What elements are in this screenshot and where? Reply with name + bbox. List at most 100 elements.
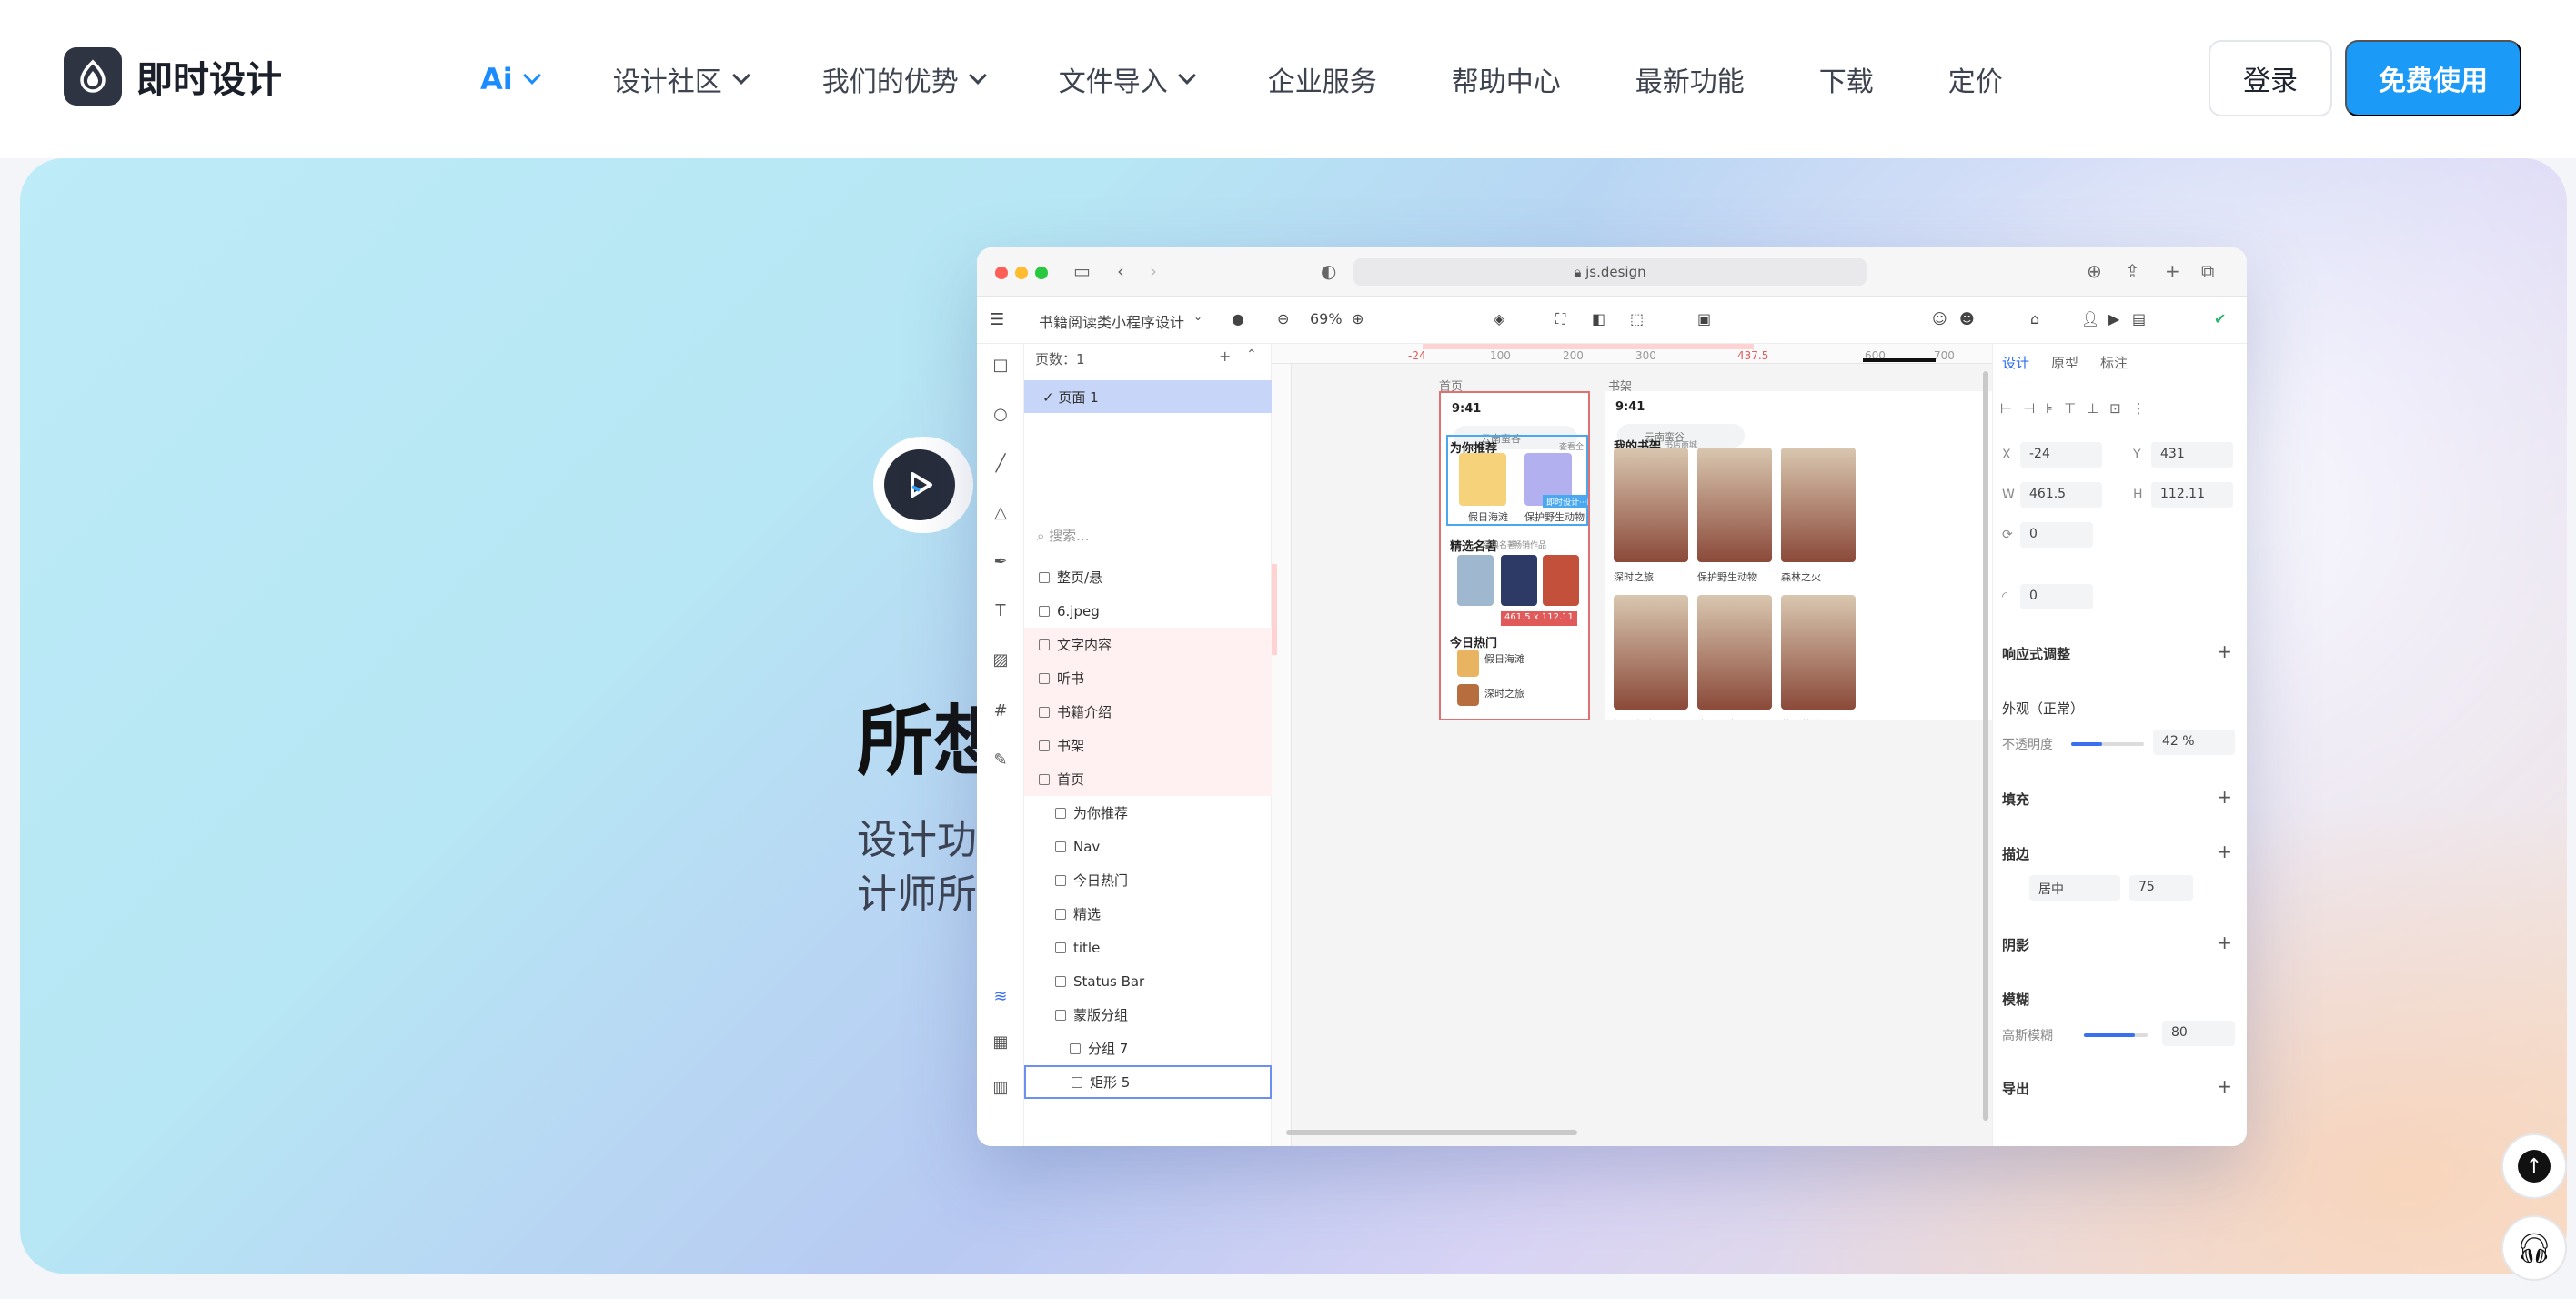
- zoom-in-icon[interactable]: ⊕: [1352, 310, 1363, 327]
- close-dot[interactable]: [995, 267, 1008, 279]
- history-panel-icon[interactable]: ▥: [991, 1079, 1010, 1097]
- add-export-icon[interactable]: +: [2217, 1075, 2232, 1097]
- page-item-1[interactable]: ✓ 页面 1: [1024, 380, 1272, 413]
- radius-field[interactable]: 0: [2020, 584, 2093, 609]
- assets-panel-icon[interactable]: ▦: [991, 1033, 1010, 1052]
- menu-icon[interactable]: ☰: [990, 310, 1004, 329]
- layer-item[interactable]: 6.jpeg: [1024, 594, 1272, 628]
- collapse-pages-icon[interactable]: ⌃: [1246, 347, 1257, 362]
- mask-icon[interactable]: ⬚: [1630, 310, 1644, 327]
- url-bar[interactable]: 🔒︎ js.design: [1353, 258, 1867, 286]
- add-stroke-icon[interactable]: +: [2217, 841, 2232, 862]
- dev-mode-icon[interactable]: ▤: [2132, 310, 2146, 327]
- zoom-dot[interactable]: [1035, 267, 1048, 279]
- layers-panel-icon[interactable]: ≋: [991, 988, 1010, 1006]
- brand-logo[interactable]: 即时设计: [64, 47, 282, 106]
- add-responsive-icon[interactable]: +: [2217, 640, 2232, 662]
- appearance-dropdown[interactable]: 外观（正常）: [2002, 699, 2084, 718]
- x-field[interactable]: -24: [2020, 442, 2102, 468]
- layer-item[interactable]: 分组 7: [1024, 1032, 1272, 1065]
- sidebar-icon[interactable]: ▭: [1073, 260, 1091, 282]
- forward-icon[interactable]: ›: [1150, 260, 1157, 282]
- component-icon[interactable]: ◈: [1494, 310, 1504, 327]
- add-shadow-icon[interactable]: +: [2217, 931, 2232, 953]
- layer-search[interactable]: ⌕ 搜索...: [1037, 526, 1089, 545]
- stroke-position[interactable]: 居中: [2029, 875, 2120, 901]
- login-button[interactable]: 登录: [2209, 40, 2332, 116]
- nav-item[interactable]: 最新功能: [1635, 56, 1745, 102]
- line-tool-icon[interactable]: ╱: [991, 455, 1010, 473]
- blur-value-field[interactable]: 80: [2162, 1021, 2235, 1046]
- zoom-level[interactable]: 69%: [1310, 310, 1343, 327]
- h-scrollbar[interactable]: [1286, 1130, 1577, 1135]
- avatar-1[interactable]: ☺: [1932, 310, 1947, 327]
- stroke-width-field[interactable]: 75: [2129, 875, 2193, 901]
- v-scrollbar[interactable]: [1983, 371, 1988, 1121]
- layer-item[interactable]: 听书: [1024, 661, 1272, 695]
- add-fill-icon[interactable]: +: [2217, 786, 2232, 808]
- blur-type-dropdown[interactable]: 高斯模糊: [2002, 1026, 2053, 1044]
- opacity-field[interactable]: 42 %: [2153, 730, 2235, 755]
- scroll-top-button[interactable]: ↑: [2501, 1133, 2567, 1199]
- featured-tab-classic[interactable]: 经典名著: [1483, 539, 1515, 550]
- shelf-frame[interactable]: 9:41 云南蛮谷 我的书架 书店商城 深时之旅保护野生动物森林之火假日海滩电影…: [1605, 391, 1992, 720]
- align-tools[interactable]: ⊢⊣⊧⊤⊥⊡⋮: [2000, 400, 2157, 417]
- tab-prototype[interactable]: 原型: [2051, 353, 2078, 372]
- layer-item[interactable]: Nav: [1024, 830, 1272, 863]
- layer-item[interactable]: 书架: [1024, 729, 1272, 762]
- pencil-tool-icon[interactable]: ✎: [991, 751, 1010, 770]
- featured-tab-bestseller[interactable]: 畅销作品: [1514, 539, 1546, 550]
- opacity-slider[interactable]: [2071, 742, 2144, 746]
- user-icon[interactable]: 👤︎: [2081, 310, 2099, 327]
- nav-item[interactable]: 帮助中心: [1452, 56, 1561, 102]
- file-name[interactable]: 书籍阅读类小程序设计: [1039, 310, 1184, 332]
- new-tab-icon[interactable]: +: [2165, 260, 2180, 282]
- rotation-field[interactable]: 0: [2020, 522, 2093, 548]
- layer-item[interactable]: 精选: [1024, 897, 1272, 931]
- preview-frame-icon[interactable]: ▣: [1697, 310, 1711, 327]
- zoom-out-icon[interactable]: ⊖: [1277, 310, 1289, 327]
- tab-annotation[interactable]: 标注: [2100, 353, 2128, 372]
- layer-item[interactable]: 蒙版分组: [1024, 998, 1272, 1032]
- layer-item[interactable]: 今日热门: [1024, 863, 1272, 897]
- file-chevron-icon[interactable]: ⌄: [1193, 310, 1202, 323]
- width-field[interactable]: 461.5: [2020, 482, 2102, 508]
- layer-item[interactable]: 书籍介绍: [1024, 695, 1272, 729]
- tab-design[interactable]: 设计: [2002, 353, 2029, 372]
- frame-tool-icon[interactable]: #: [991, 702, 1010, 720]
- design-canvas[interactable]: -24 100 200 300 437.5 600 700 首页 书架 9:41…: [1272, 344, 1992, 1146]
- add-page-icon[interactable]: +: [1219, 347, 1231, 365]
- boolean-icon[interactable]: ◧: [1592, 310, 1605, 327]
- share-icon[interactable]: ⇪: [2125, 260, 2140, 282]
- frame-icon[interactable]: ⛶: [1555, 310, 1565, 328]
- nav-item[interactable]: 我们的优势: [822, 56, 987, 102]
- nav-item[interactable]: 下载: [1819, 56, 1874, 102]
- nav-item[interactable]: 文件导入: [1059, 56, 1196, 102]
- text-tool-icon[interactable]: T: [991, 602, 1010, 620]
- blur-slider[interactable]: [2084, 1033, 2148, 1037]
- collab-icon[interactable]: ●: [1232, 310, 1244, 327]
- layer-item[interactable]: Status Bar: [1024, 964, 1272, 998]
- shield-icon[interactable]: ◐: [1321, 260, 1336, 282]
- layer-item[interactable]: 为你推荐: [1024, 796, 1272, 830]
- tabs-icon[interactable]: ⧉: [2201, 260, 2214, 282]
- nav-item[interactable]: 企业服务: [1268, 56, 1377, 102]
- library-icon[interactable]: ⌂: [2030, 310, 2039, 327]
- free-use-button[interactable]: 免费使用: [2345, 40, 2521, 116]
- layer-item[interactable]: 矩形 5: [1024, 1065, 1272, 1099]
- image-tool-icon[interactable]: ▨: [991, 651, 1010, 670]
- polygon-tool-icon[interactable]: △: [991, 504, 1010, 522]
- layer-item[interactable]: title: [1024, 931, 1272, 964]
- nav-item[interactable]: Ai: [480, 56, 541, 102]
- minimize-dot[interactable]: [1015, 267, 1028, 279]
- nav-item[interactable]: 定价: [1948, 56, 2003, 102]
- pen-tool-icon[interactable]: ✒: [991, 553, 1010, 571]
- back-icon[interactable]: ‹: [1117, 260, 1124, 282]
- layer-item[interactable]: 首页: [1024, 762, 1272, 796]
- height-field[interactable]: 112.11: [2151, 482, 2233, 508]
- nav-item[interactable]: 设计社区: [613, 56, 750, 102]
- layer-item[interactable]: 文字内容: [1024, 628, 1272, 661]
- play-icon[interactable]: ▶: [2108, 310, 2119, 327]
- download-icon[interactable]: ⊕: [2087, 260, 2102, 282]
- layer-item[interactable]: 整页/悬: [1024, 560, 1272, 594]
